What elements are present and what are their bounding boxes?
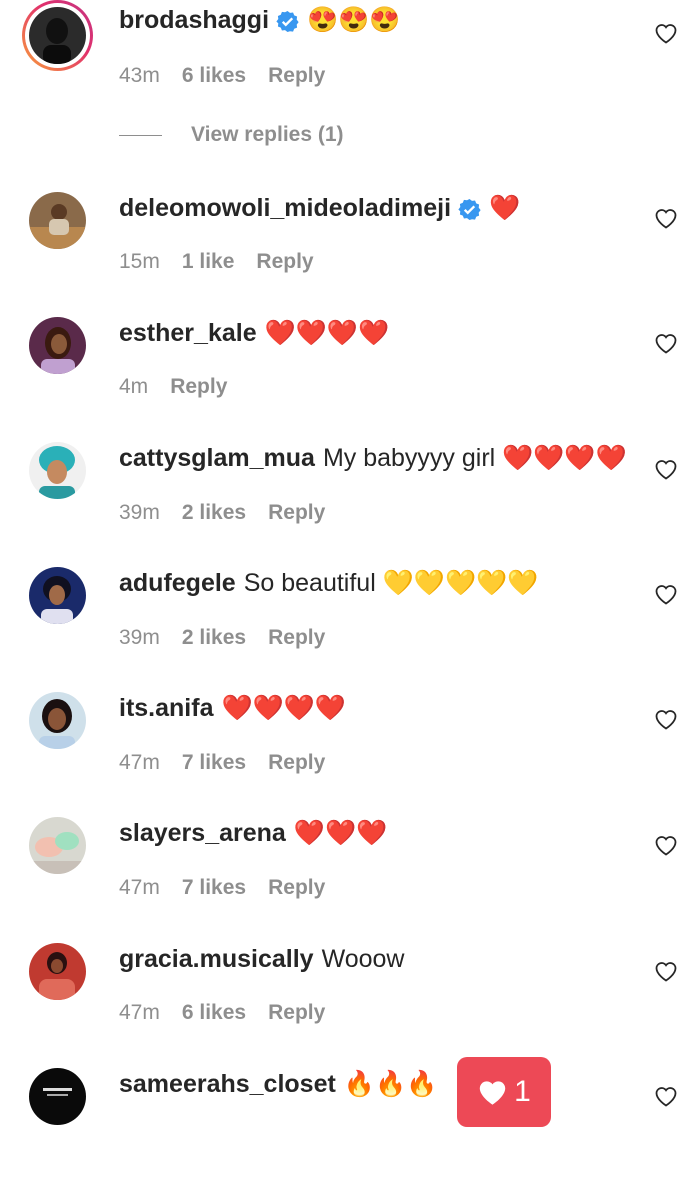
divider <box>119 134 162 136</box>
comment-item: deleomowoli_mideoladimeji ❤️ 15m 1 like … <box>0 191 698 316</box>
comment-time: 47m <box>119 751 160 774</box>
heart-outline-icon[interactable] <box>654 583 678 605</box>
avatar[interactable] <box>22 0 93 71</box>
comment-time: 39m <box>119 626 160 649</box>
username[interactable]: its.anifa <box>119 692 213 724</box>
heart-outline-icon[interactable] <box>654 207 678 229</box>
comment-item: esther_kale ❤️❤️❤️❤️ 4m Reply <box>0 316 698 441</box>
reply-button[interactable]: Reply <box>170 375 227 399</box>
comment-text: ❤️❤️❤️❤️ <box>264 319 390 347</box>
avatar[interactable] <box>29 192 86 249</box>
username[interactable]: adufegele <box>119 567 236 599</box>
profile-photo-icon <box>29 442 86 499</box>
reply-button[interactable]: Reply <box>268 876 325 900</box>
username[interactable]: gracia.musically <box>119 943 314 975</box>
comment-item: sameerahs_closet 🔥🔥🔥 <box>0 1067 698 1192</box>
heart-outline-icon[interactable] <box>654 834 678 856</box>
avatar[interactable] <box>29 317 86 374</box>
reply-button[interactable]: Reply <box>268 501 325 525</box>
profile-photo-icon <box>29 317 86 374</box>
avatar[interactable] <box>29 943 86 1000</box>
heart-outline-icon[interactable] <box>654 1085 678 1107</box>
username[interactable]: slayers_arena <box>119 817 286 849</box>
comment-item: its.anifa ❤️❤️❤️❤️ 47m 7 likes Reply <box>0 691 698 816</box>
likes-count[interactable]: 7 likes <box>182 876 246 900</box>
verified-badge-icon <box>458 197 481 220</box>
profile-photo-icon <box>29 1068 86 1125</box>
avatar[interactable] <box>29 567 86 624</box>
reply-button[interactable]: Reply <box>268 751 325 775</box>
heart-outline-icon[interactable] <box>654 708 678 730</box>
comment-time: 15m <box>119 250 160 273</box>
avatar[interactable] <box>29 692 86 749</box>
profile-photo-icon <box>29 192 86 249</box>
heart-outline-icon[interactable] <box>654 22 678 44</box>
heart-outline-icon[interactable] <box>654 960 678 982</box>
likes-count[interactable]: 2 likes <box>182 501 246 525</box>
comment-time: 39m <box>119 501 160 524</box>
profile-photo-icon <box>29 692 86 749</box>
comment-meta: 15m 1 like Reply <box>119 247 314 277</box>
comment-meta: 4m Reply <box>119 372 227 402</box>
avatar[interactable] <box>29 442 86 499</box>
comment-meta: 47m 7 likes Reply <box>119 748 325 778</box>
heart-outline-icon[interactable] <box>654 458 678 480</box>
reply-button[interactable]: Reply <box>268 64 325 88</box>
username[interactable]: cattysglam_mua <box>119 442 315 474</box>
comment-text: ❤️ <box>489 194 521 222</box>
verified-badge-icon <box>276 9 299 32</box>
comment-item: gracia.musically Wooow 47m 6 likes Reply <box>0 942 698 1067</box>
username[interactable]: brodashaggi <box>119 4 269 36</box>
comment-meta: 47m 6 likes Reply <box>119 998 325 1028</box>
like-count: 1 <box>514 1075 531 1108</box>
comment-text: 😍😍😍 <box>307 6 401 34</box>
comment-meta: 39m 2 likes Reply <box>119 623 325 653</box>
reply-button[interactable]: Reply <box>268 1001 325 1025</box>
comment-text: 🔥🔥🔥 <box>343 1070 438 1098</box>
view-replies-label: View replies (1) <box>191 123 344 146</box>
reply-button[interactable]: Reply <box>268 626 325 650</box>
comment-item: brodashaggi 😍😍😍 43m 6 likes Reply <box>0 0 698 125</box>
like-notification-badge[interactable]: 1 <box>457 1057 551 1127</box>
heart-icon <box>479 1081 506 1105</box>
comment-time: 4m <box>119 375 149 398</box>
likes-count[interactable]: 6 likes <box>182 64 246 88</box>
comment-item: adufegele So beautiful 💛💛💛💛💛 39m 2 likes… <box>0 566 698 691</box>
comment-text: My babyyyy girl ❤️❤️❤️❤️ <box>322 444 627 472</box>
likes-count[interactable]: 6 likes <box>182 1001 246 1025</box>
comment-text: ❤️❤️❤️ <box>293 819 388 847</box>
heart-outline-icon[interactable] <box>654 332 678 354</box>
comment-time: 47m <box>119 1001 160 1024</box>
profile-photo-icon <box>29 817 86 874</box>
username[interactable]: deleomowoli_mideoladimeji <box>119 192 451 224</box>
avatar[interactable] <box>29 817 86 874</box>
profile-photo-icon <box>29 943 86 1000</box>
comment-meta: 47m 7 likes Reply <box>119 873 325 903</box>
comment-text: Wooow <box>321 945 405 973</box>
comment-time: 47m <box>119 876 160 899</box>
comment-meta: 43m 6 likes Reply <box>119 61 325 91</box>
view-replies-button[interactable]: View replies (1) <box>119 120 344 150</box>
comment-item: cattysglam_mua My babyyyy girl ❤️❤️❤️❤️ … <box>0 441 698 566</box>
reply-button[interactable]: Reply <box>256 250 313 274</box>
profile-photo-icon <box>29 567 86 624</box>
likes-count[interactable]: 2 likes <box>182 626 246 650</box>
likes-count[interactable]: 7 likes <box>182 751 246 775</box>
comment-meta: 39m 2 likes Reply <box>119 498 325 528</box>
comment-text: So beautiful 💛💛💛💛💛 <box>243 569 539 597</box>
username[interactable]: esther_kale <box>119 317 257 349</box>
username[interactable]: sameerahs_closet <box>119 1068 336 1100</box>
comment-time: 43m <box>119 64 160 87</box>
likes-count[interactable]: 1 like <box>182 250 235 274</box>
profile-photo-icon <box>29 7 86 64</box>
comment-item: slayers_arena ❤️❤️❤️ 47m 7 likes Reply <box>0 816 698 941</box>
comment-text: ❤️❤️❤️❤️ <box>221 694 346 722</box>
avatar[interactable] <box>29 1068 86 1125</box>
